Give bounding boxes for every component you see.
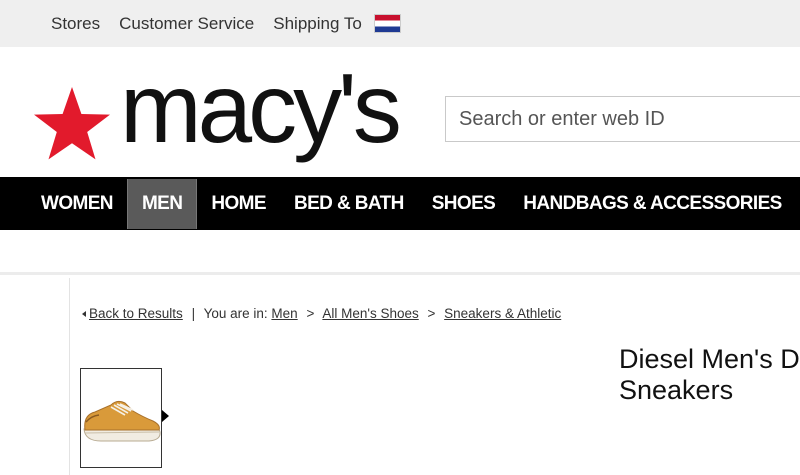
search-input[interactable] — [459, 107, 800, 131]
you-are-in-label: You are in: — [203, 306, 268, 321]
breadcrumb-arrow: > — [306, 306, 315, 321]
product-title-line-1: Diesel Men's D — [619, 344, 800, 374]
back-to-results-link[interactable]: Back to Results — [89, 306, 183, 321]
customer-service-link[interactable]: Customer Service — [119, 14, 254, 34]
shipping-to-label: Shipping To — [273, 13, 362, 33]
product-title: Diesel Men's D Sneakers — [619, 344, 800, 406]
breadcrumb: Back to Results | You are in: Men > All … — [82, 306, 561, 321]
nav-item-shoes[interactable]: SHOES — [418, 177, 510, 230]
nav-item-home[interactable]: HOME — [197, 177, 280, 230]
breadcrumb-arrow: > — [427, 306, 436, 321]
thumbnail-pointer-icon — [162, 410, 169, 422]
main-nav: WOMEN MEN HOME BED & BATH SHOES HANDBAGS… — [0, 177, 800, 230]
shipping-to-link[interactable]: Shipping To — [273, 14, 401, 34]
back-arrow-icon — [82, 311, 86, 317]
product-thumbnail[interactable] — [80, 368, 162, 468]
tan-sneaker-image — [83, 400, 161, 442]
breadcrumb-separator: | — [191, 306, 196, 321]
breadcrumb-all-mens-shoes[interactable]: All Men's Shoes — [322, 306, 418, 321]
content-border — [69, 278, 70, 475]
breadcrumb-sneakers-athletic[interactable]: Sneakers & Athletic — [444, 306, 561, 321]
stores-link[interactable]: Stores — [51, 14, 100, 34]
nav-item-women[interactable]: WOMEN — [0, 177, 127, 230]
star-icon — [34, 87, 110, 160]
nav-item-bed-bath[interactable]: BED & BATH — [280, 177, 418, 230]
nav-item-handbags-accessories[interactable]: HANDBAGS & ACCESSORIES — [509, 177, 795, 230]
macys-logo[interactable]: macy's — [32, 59, 412, 175]
search-field[interactable] — [445, 96, 800, 142]
logo-wordmark: macy's — [120, 53, 402, 163]
site-header: macy's — [0, 47, 800, 177]
content-divider — [0, 272, 800, 275]
netherlands-flag-icon — [373, 14, 401, 33]
breadcrumb-men[interactable]: Men — [271, 306, 297, 321]
product-title-line-2: Sneakers — [619, 375, 734, 405]
utility-bar: Stores Customer Service Shipping To — [0, 0, 800, 47]
nav-item-men[interactable]: MEN — [126, 179, 198, 229]
